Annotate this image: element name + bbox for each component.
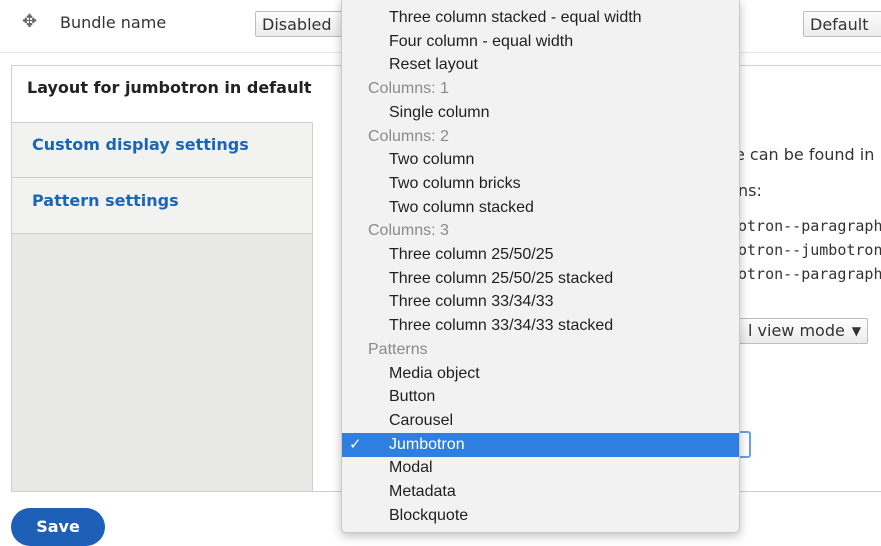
tab-custom-display-settings[interactable]: Custom display settings [12,123,312,178]
dropdown-option-label: Button [389,388,436,406]
dropdown-option[interactable]: Two column stacked [342,196,739,220]
dropdown-option-label: Three column 33/34/33 [389,293,554,311]
dropdown-option-label: Media object [389,364,480,382]
dropdown-option-label: Three column 25/50/25 [389,246,554,263]
dropdown-group-label: Columns: 1 [342,77,739,101]
field-label: Bundle name [60,13,167,32]
dropdown-option-label: Jumbotron [389,435,465,453]
dropdown-option-label: Three column 33/34/33 stacked [389,317,614,335]
dropdown-option[interactable]: Button [342,385,739,409]
help-text-suggestions: ns: [738,181,762,200]
dropdown-group-label: Patterns [342,338,739,362]
checkmark-icon: ✓ [349,435,362,453]
dropdown-option-label: Patterns [368,340,428,358]
dropdown-option[interactable]: Three column 33/34/33 stacked [342,314,739,338]
template-suggestion: otron--paragraph [738,217,881,235]
dropdown-option-label: Two column [389,151,475,169]
view-mode-value: l view mode [748,321,845,340]
dropdown-option-label: Modal [389,459,433,477]
view-mode-select[interactable]: l view mode ▼ [723,318,868,344]
dropdown-option-label: Single column [389,103,490,121]
dropdown-option[interactable]: Three column 25/50/25 [342,243,739,267]
layout-dropdown-list[interactable]: Three column stacked - equal width Four c… [341,0,740,533]
help-text: e can be found in [735,145,875,164]
dropdown-group-label: Columns: 3 [342,219,739,243]
dropdown-option-label: Three column stacked - equal width [389,9,642,26]
dropdown-option-label: Carousel [389,411,454,429]
dropdown-option-label: Four column - equal width [389,32,574,50]
dropdown-option-label: Blockquote [389,506,469,524]
dropdown-option[interactable]: Blockquote [342,504,739,528]
drag-handle-icon[interactable]: ✥ [22,12,42,32]
format-select[interactable]: Default [803,11,881,37]
caret-down-icon: ▼ [851,324,861,338]
dropdown-option[interactable]: Reset layout [342,53,739,77]
dropdown-option[interactable]: Single column [342,101,739,125]
dropdown-option-label: Three column 25/50/25 stacked [389,269,614,287]
dropdown-option-label: Two column bricks [389,174,521,192]
dropdown-option-label: Metadata [389,483,456,500]
dropdown-option[interactable]: ✓ Jumbotron [342,432,739,457]
dropdown-option[interactable]: Four column - equal width [342,30,739,54]
dropdown-option-label: Reset layout [389,56,478,74]
tab-pattern-settings[interactable]: Pattern settings [12,178,312,234]
dropdown-option[interactable]: Carousel [342,409,739,433]
dropdown-option[interactable]: Two column bricks [342,172,739,196]
dropdown-option-label: Columns: 2 [368,127,449,145]
dropdown-option[interactable]: Three column 33/34/33 [342,290,739,314]
dropdown-option[interactable]: Modal [342,456,739,480]
save-button[interactable]: Save [11,508,105,546]
tab-layout[interactable]: Layout for jumbotron in default [12,66,313,123]
dropdown-option[interactable]: Three column 25/50/25 stacked [342,267,739,291]
template-suggestion: otron--paragraph [738,265,881,283]
region-select[interactable]: Disabled [255,11,351,37]
template-suggestion: otron--jumbotron [738,241,881,259]
dropdown-option[interactable]: Media object [342,362,739,386]
dropdown-group-label: Columns: 2 [342,125,739,149]
dropdown-option[interactable]: Two column [342,148,739,172]
dropdown-option-label: Two column stacked [389,198,534,216]
dropdown-option-label: Columns: 1 [368,80,449,98]
dropdown-option[interactable]: Metadata [342,480,739,504]
dropdown-option-label: Columns: 3 [368,222,449,240]
dropdown-option[interactable]: Three column stacked - equal width [342,6,739,30]
